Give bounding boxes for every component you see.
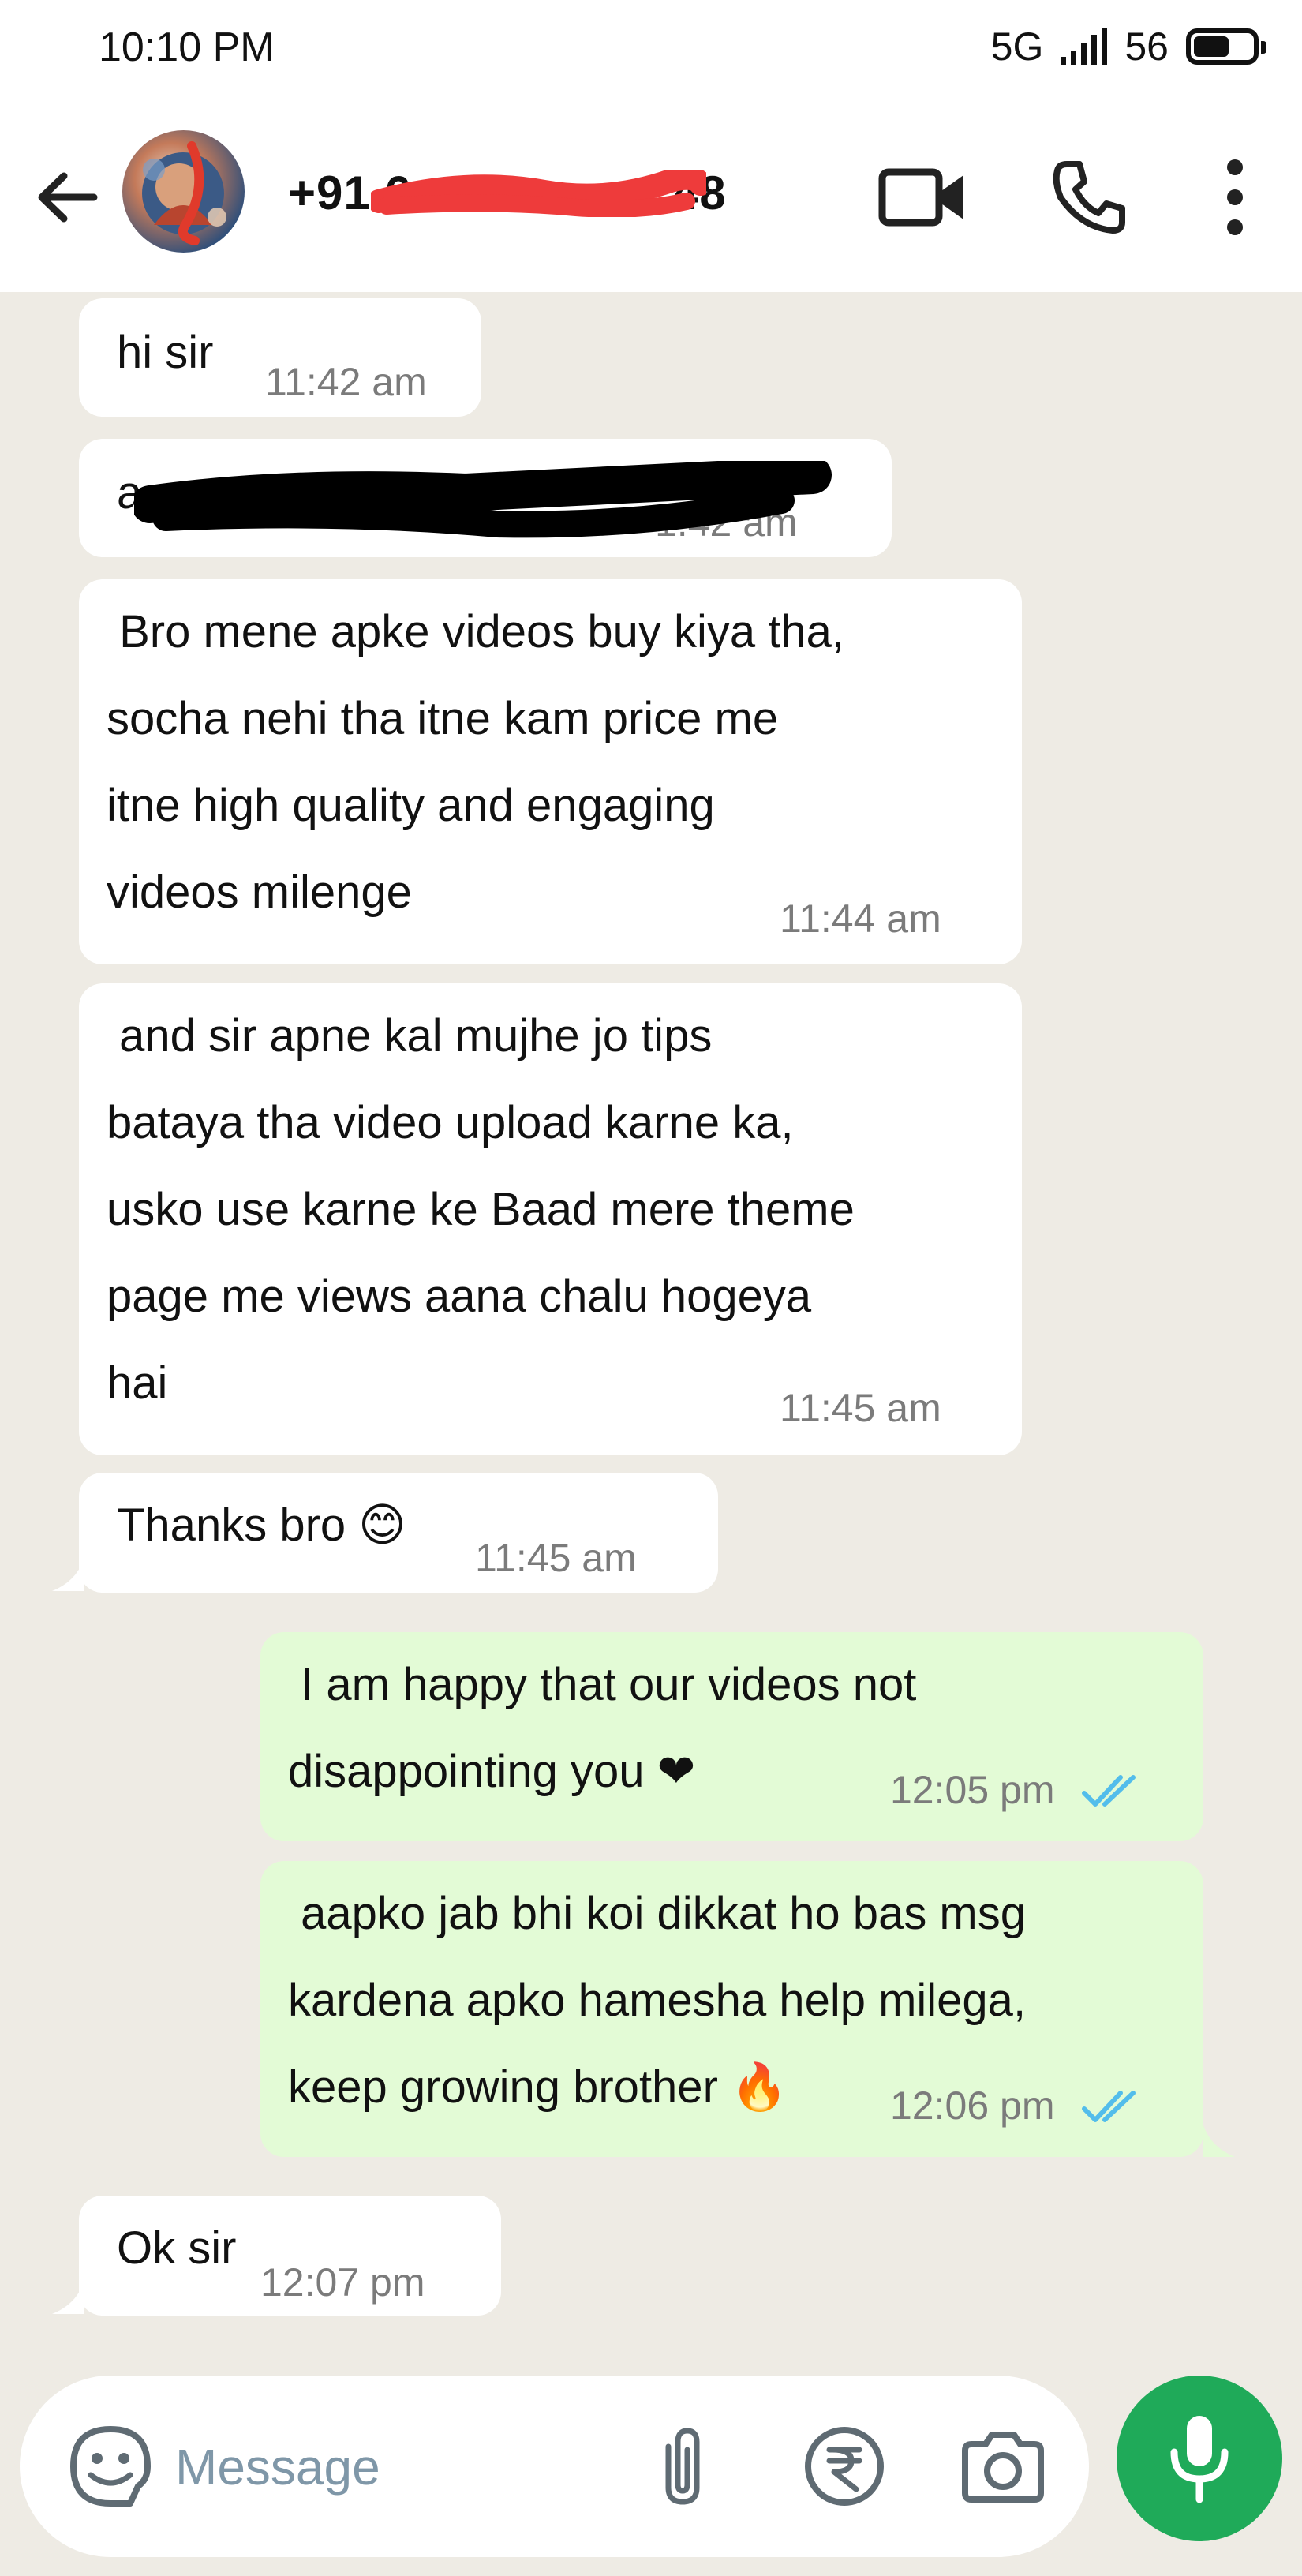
message-text: Ok sir: [117, 2222, 237, 2274]
battery-icon: [1186, 28, 1266, 65]
message-composer: [20, 2376, 1089, 2557]
message-time: 11:44 am: [780, 897, 941, 941]
message-bubble-outgoing[interactable]: aapko jab bhi koi dikkat ho bas msg kard…: [260, 1861, 1203, 2157]
video-call-button[interactable]: [876, 150, 971, 245]
back-button[interactable]: [32, 154, 103, 241]
video-call-icon: [878, 168, 963, 227]
message-text: and sir apne kal mujhe jo tips bataya th…: [107, 1010, 855, 1409]
message-bubble-incoming[interactable]: a 1:42 am: [79, 439, 892, 557]
read-receipt-icon: [1082, 1775, 1136, 1807]
bubble-tail: [1203, 2125, 1235, 2157]
message-bubble-incoming[interactable]: and sir apne kal mujhe jo tips bataya th…: [79, 983, 1022, 1455]
chat-area[interactable]: hi sir 11:42 am a 1:42 am Bro mene apke …: [0, 292, 1302, 2576]
message-bubble-incoming[interactable]: Bro mene apke videos buy kiya tha, socha…: [79, 579, 1022, 964]
sticker-button[interactable]: [63, 2419, 158, 2514]
status-indicators: 5G 56: [990, 24, 1266, 69]
network-label: 5G: [990, 24, 1044, 69]
redaction-scribble: [371, 170, 706, 217]
redaction-mark: [134, 461, 832, 538]
avatar-image: [142, 141, 226, 245]
message-time: 12:06 pm: [890, 2084, 1055, 2128]
message-time: 11:45 am: [475, 1536, 637, 1580]
read-receipt-icon: [1082, 2091, 1136, 2122]
phone-icon: [1053, 161, 1125, 234]
mic-icon: [1170, 2416, 1229, 2503]
chat-header: +91 6 48: [0, 103, 1302, 292]
message-text: I am happy that our videos not disappoin…: [288, 1659, 917, 1797]
camera-button[interactable]: [955, 2419, 1049, 2514]
message-bubble-outgoing[interactable]: I am happy that our videos not disappoin…: [260, 1632, 1203, 1841]
message-text: hi sir: [117, 327, 214, 378]
back-arrow-icon: [38, 172, 98, 223]
rupee-payment-icon: [805, 2427, 884, 2506]
message-time: 11:45 am: [780, 1386, 941, 1430]
contact-avatar[interactable]: [122, 130, 245, 253]
attach-button[interactable]: [635, 2419, 730, 2514]
message-time: 11:42 am: [265, 360, 427, 404]
message-bubble-incoming[interactable]: hi sir 11:42 am: [79, 298, 481, 417]
bubble-tail: [52, 1559, 84, 1591]
battery-percent: 56: [1124, 24, 1169, 69]
message-bubble-incoming[interactable]: Ok sir 12:07 pm: [79, 2196, 501, 2316]
camera-icon: [961, 2432, 1044, 2503]
status-bar: 10:10 PM 5G 56: [0, 0, 1302, 103]
status-time: 10:10 PM: [99, 24, 275, 70]
message-text: Bro mene apke videos buy kiya tha, socha…: [107, 606, 844, 918]
bubble-tail: [52, 2282, 84, 2314]
attach-icon: [665, 2428, 700, 2505]
voice-message-button[interactable]: [1117, 2376, 1282, 2541]
voice-call-button[interactable]: [1042, 150, 1136, 245]
message-input[interactable]: [174, 2423, 619, 2511]
payment-button[interactable]: [797, 2419, 892, 2514]
message-bubble-incoming[interactable]: Thanks bro 😊 11:45 am: [79, 1473, 718, 1593]
sticker-icon: [70, 2426, 151, 2507]
more-vert-icon: [1227, 159, 1243, 235]
message-text: Thanks bro 😊: [117, 1500, 406, 1551]
message-time: 12:05 pm: [890, 1768, 1055, 1812]
signal-icon: [1061, 28, 1108, 65]
more-options-button[interactable]: [1188, 150, 1282, 245]
message-time: 12:07 pm: [260, 2260, 425, 2305]
